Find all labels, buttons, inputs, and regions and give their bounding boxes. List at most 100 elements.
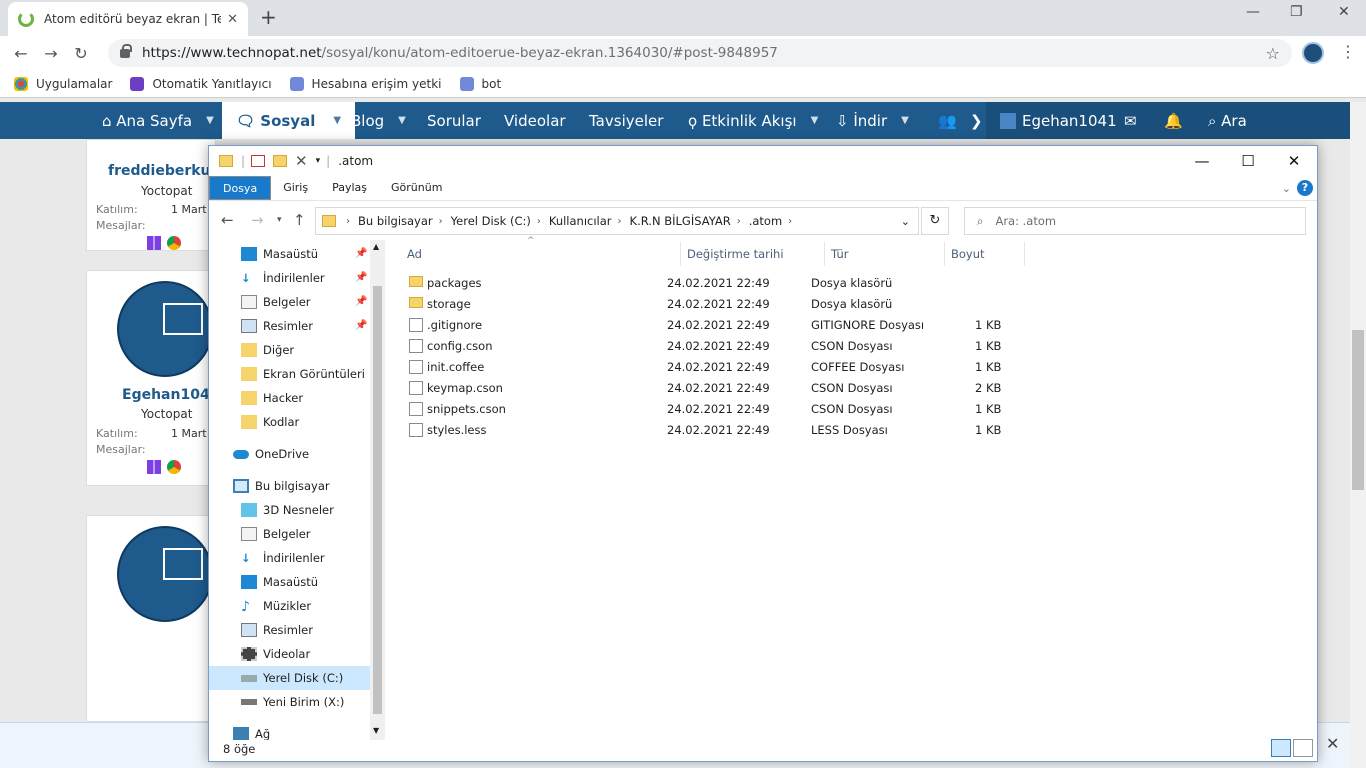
nav-pictures-2[interactable]: Resimler	[241, 618, 313, 642]
nav-questions[interactable]: Sorular	[427, 102, 481, 139]
breadcrumb[interactable]: › Bu bilgisayar › Yerel Disk (C:) › Kullan…	[315, 207, 919, 235]
nav-more-chevron-icon[interactable]: ❯	[970, 102, 983, 139]
user-avatar[interactable]	[117, 281, 213, 377]
scrollbar-thumb[interactable]	[1352, 330, 1364, 490]
nav-pane-scrollbar[interactable]: ▲ ▼	[370, 240, 385, 740]
explorer-close-icon[interactable]: ✕	[1271, 146, 1317, 176]
chevron-down-icon[interactable]: ⌄	[901, 215, 910, 228]
nav-blog[interactable]: Blog ▼	[351, 102, 406, 139]
forward-icon[interactable]: →	[36, 44, 66, 63]
scrollbar-thumb[interactable]	[373, 286, 382, 714]
notice-close-icon[interactable]: ✕	[1326, 734, 1339, 753]
post-username[interactable]: Egehan1041	[122, 387, 219, 403]
bookmark-apps[interactable]: Uygulamalar	[14, 76, 112, 91]
reload-icon[interactable]: ↻	[66, 44, 96, 63]
minimize-icon[interactable]: —	[1246, 4, 1260, 20]
explorer-minimize-icon[interactable]: —	[1179, 146, 1225, 176]
menu-kebab-icon[interactable]: ⋮	[1340, 42, 1356, 61]
nav-network[interactable]: Ağ	[233, 722, 270, 740]
file-row[interactable]: init.coffee 24.02.2021 22:49 COFFEE Dosyas…	[405, 357, 1305, 378]
file-row[interactable]: keymap.cson 24.02.2021 22:49 CSON Dosyası 2…	[405, 378, 1305, 399]
file-row[interactable]: storage 24.02.2021 22:49 Dosya klasörü	[405, 294, 1305, 315]
explorer-search-input[interactable]: ⌕ Ara: .atom	[964, 207, 1306, 235]
page-scrollbar[interactable]	[1350, 102, 1366, 768]
inbox-icon[interactable]: ✉	[1124, 102, 1137, 139]
tab-home[interactable]: Giriş	[271, 176, 320, 200]
bookmark-discord-auth[interactable]: Hesabına erişim yetki	[289, 76, 442, 91]
nav-new-volume[interactable]: Yeni Birim (X:)	[241, 690, 344, 714]
breadcrumb-this-pc[interactable]: Bu bilgisayar	[358, 214, 433, 228]
recent-locations-icon[interactable]: ▾	[277, 215, 282, 225]
column-type[interactable]: Tür	[825, 242, 945, 266]
new-tab-button[interactable]: +	[260, 5, 277, 29]
nav-codes[interactable]: Kodlar	[241, 410, 299, 434]
nav-recommendations[interactable]: Tavsiyeler	[589, 102, 663, 139]
file-row[interactable]: styles.less 24.02.2021 22:49 LESS Dosyası 1…	[405, 420, 1305, 441]
explorer-maximize-icon[interactable]: ☐	[1225, 146, 1271, 176]
nav-onedrive[interactable]: OneDrive	[233, 442, 309, 466]
refresh-button[interactable]: ↻	[921, 207, 949, 235]
tab-share[interactable]: Paylaş	[320, 176, 379, 200]
nav-activity[interactable]: ϙ Etkinlik Akışı ▼	[688, 102, 818, 139]
column-date[interactable]: Değiştirme tarihi	[681, 242, 825, 266]
browser-tab[interactable]: Atom editörü beyaz ekran | Technopat Sos…	[8, 2, 248, 36]
nav-other[interactable]: Diğer	[241, 338, 294, 362]
breadcrumb-user[interactable]: K.R.N BİLGİSAYAR	[630, 214, 731, 228]
omnibox[interactable]: https://www.technopat.net/sosyal/konu/at…	[108, 39, 1292, 67]
members-icon[interactable]: 👥	[938, 102, 957, 139]
nav-download[interactable]: ⇩ İndir ▼	[836, 102, 909, 139]
file-row[interactable]: packages 24.02.2021 22:49 Dosya klasörü	[405, 273, 1305, 294]
nav-videos[interactable]: Videolar	[504, 102, 566, 139]
search-button[interactable]: ⌕ Ara	[1208, 102, 1247, 139]
nav-local-disk[interactable]: Yerel Disk (C:)	[209, 666, 370, 690]
nav-desktop[interactable]: Masaüstü	[241, 242, 318, 266]
user-menu[interactable]: Egehan1041	[1000, 102, 1117, 139]
help-icon[interactable]: ?	[1297, 180, 1313, 196]
column-name[interactable]: Ad	[401, 242, 681, 266]
breadcrumb-local-disk[interactable]: Yerel Disk (C:)	[451, 214, 531, 228]
breadcrumb-users[interactable]: Kullanıcılar	[549, 214, 612, 228]
explorer-back-icon[interactable]: ←	[221, 211, 234, 229]
tab-view[interactable]: Görünüm	[379, 176, 454, 200]
nav-videos[interactable]: Videolar	[241, 642, 310, 666]
pin-icon[interactable]: 📌	[355, 320, 367, 331]
bell-icon[interactable]: 🔔	[1164, 102, 1183, 139]
nav-home[interactable]: ⌂ Ana Sayfa ▼	[102, 102, 214, 139]
nav-screenshots[interactable]: Ekran Görüntüleri	[241, 362, 365, 386]
file-row[interactable]: snippets.cson 24.02.2021 22:49 CSON Dosyas…	[405, 399, 1305, 420]
restore-icon[interactable]: ❐	[1290, 4, 1303, 20]
delete-icon[interactable]: ✕	[295, 152, 308, 170]
tab-close-icon[interactable]: ✕	[227, 12, 238, 27]
new-folder-icon[interactable]	[273, 155, 288, 167]
tab-file[interactable]: Dosya	[209, 176, 272, 200]
nav-music[interactable]: ♪ Müzikler	[241, 594, 311, 618]
properties-icon[interactable]	[251, 155, 266, 167]
nav-3d-objects[interactable]: 3D Nesneler	[241, 498, 334, 522]
pin-icon[interactable]: 📌	[355, 248, 367, 259]
post-username[interactable]: freddieberkur	[108, 163, 217, 179]
nav-documents-2[interactable]: Belgeler	[241, 522, 311, 546]
profile-avatar[interactable]	[1302, 42, 1324, 64]
nav-desktop-2[interactable]: Masaüstü	[241, 570, 318, 594]
details-view-icon[interactable]	[1271, 739, 1291, 757]
back-icon[interactable]: ←	[6, 44, 36, 63]
pin-icon[interactable]: 📌	[355, 296, 367, 307]
expand-ribbon-icon[interactable]: ⌄	[1282, 182, 1291, 195]
large-icons-view-icon[interactable]	[1293, 739, 1313, 757]
nav-pictures[interactable]: Resimler	[241, 314, 313, 338]
pin-icon[interactable]: 📌	[355, 272, 367, 283]
nav-documents[interactable]: Belgeler	[241, 290, 311, 314]
file-row[interactable]: config.cson 24.02.2021 22:49 CSON Dosyası 1…	[405, 336, 1305, 357]
bookmark-bot[interactable]: bot	[459, 76, 501, 91]
column-size[interactable]: Boyut	[945, 242, 1025, 266]
breadcrumb-atom[interactable]: .atom	[749, 214, 782, 228]
up-folder-icon[interactable]: ↑	[293, 211, 306, 229]
nav-social[interactable]: 🗨 Sosyal ▼	[222, 102, 356, 139]
user-avatar[interactable]	[117, 526, 213, 622]
explorer-forward-icon[interactable]: →	[251, 211, 264, 229]
nav-downloads[interactable]: ↓ İndirilenler	[241, 266, 325, 290]
nav-hacker[interactable]: Hacker	[241, 386, 303, 410]
nav-this-pc[interactable]: Bu bilgisayar	[233, 474, 330, 498]
bookmark-auto-reply[interactable]: Otomatik Yanıtlayıcı	[130, 76, 272, 91]
nav-downloads-2[interactable]: ↓ İndirilenler	[241, 546, 325, 570]
